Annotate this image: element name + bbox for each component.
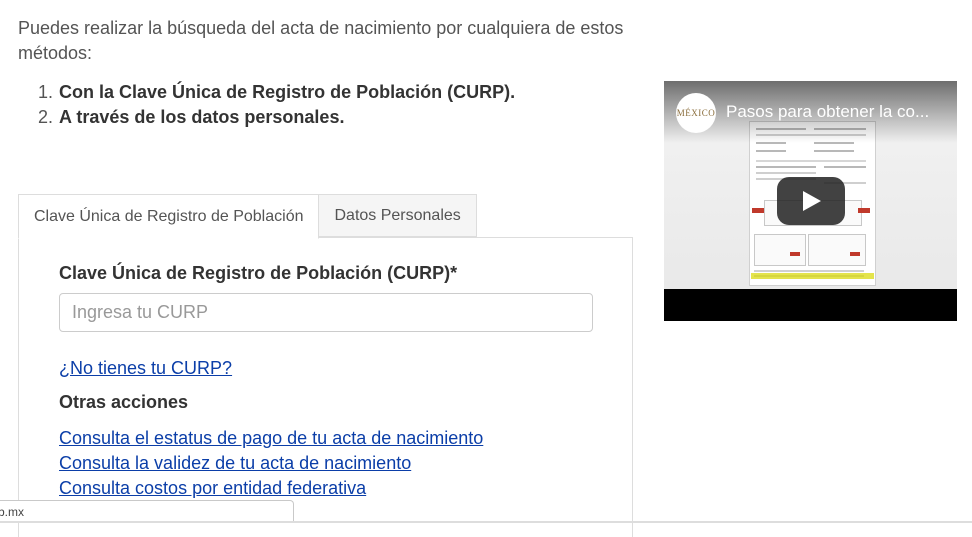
- method-item: 2. A través de los datos personales.: [38, 105, 515, 130]
- costs-link[interactable]: Consulta costos por entidad federativa: [59, 478, 366, 499]
- method-number: 2.: [38, 107, 54, 127]
- payment-status-link[interactable]: Consulta el estatus de pago de tu acta d…: [59, 428, 483, 449]
- channel-logo[interactable]: MÉXICO: [676, 93, 716, 133]
- curp-input[interactable]: [59, 293, 593, 332]
- video-title[interactable]: Pasos para obtener la co...: [726, 102, 946, 122]
- method-text: Con la Clave Única de Registro de Poblac…: [59, 82, 516, 102]
- methods-list: 1. Con la Clave Única de Registro de Pob…: [38, 80, 515, 130]
- caption-band: [751, 273, 874, 279]
- play-icon: [803, 191, 821, 211]
- play-button[interactable]: [777, 177, 845, 225]
- other-actions-title: Otras acciones: [59, 392, 189, 412]
- tab-datos-personales[interactable]: Datos Personales: [319, 194, 477, 237]
- tab-curp[interactable]: Clave Única de Registro de Población: [18, 194, 320, 239]
- intro-text: Puedes realizar la búsqueda del acta de …: [18, 18, 624, 63]
- curp-label: Clave Única de Registro de Población (CU…: [59, 263, 458, 283]
- no-curp-link[interactable]: ¿No tienes tu CURP?: [59, 358, 232, 379]
- validity-link[interactable]: Consulta la validez de tu acta de nacimi…: [59, 453, 411, 474]
- method-text: A través de los datos personales.: [59, 107, 345, 127]
- video-player[interactable]: MÉXICO Pasos para obtener la co...: [664, 81, 957, 321]
- method-number: 1.: [38, 82, 54, 102]
- status-bar-url: b.mx: [0, 500, 294, 522]
- method-item: 1. Con la Clave Única de Registro de Pob…: [38, 80, 515, 105]
- search-method-tabs: Clave Única de Registro de Población Dat…: [18, 194, 477, 239]
